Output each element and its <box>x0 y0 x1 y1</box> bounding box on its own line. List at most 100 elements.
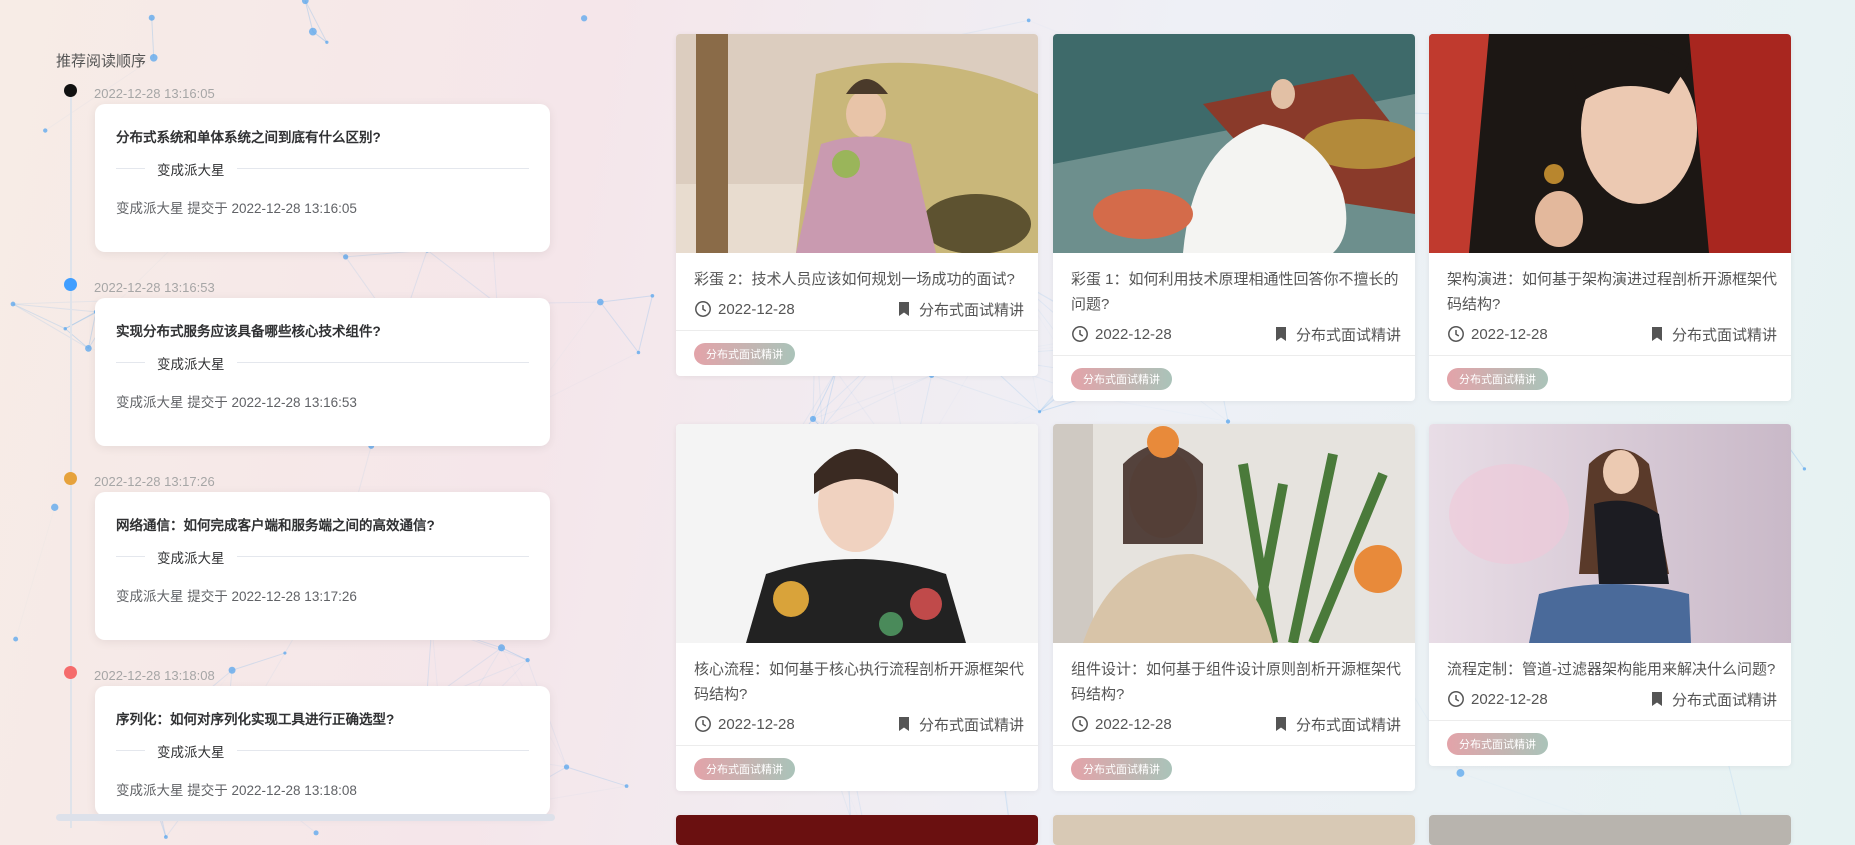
bookmark-icon <box>898 717 909 731</box>
card-title[interactable]: 彩蛋 1：如何利用技术原理相通性回答你不擅长的问题? <box>1071 267 1401 317</box>
card-category[interactable]: 分布式面试精讲 <box>919 714 1024 735</box>
network-node <box>580 15 588 22</box>
card-tag[interactable]: 分布式面试精讲 <box>694 758 795 780</box>
card-title[interactable]: 核心流程：如何基于核心执行流程剖析开源框架代码结构? <box>694 657 1024 707</box>
clock-icon <box>1448 326 1464 342</box>
author-name: 变成派大星 <box>145 547 237 567</box>
timeline-dot <box>64 472 77 485</box>
timeline-article-card[interactable]: 序列化：如何对序列化实现工具进行正确选型? 变成派大星 变成派大星 提交于 20… <box>95 686 550 816</box>
card-date: 2022-12-28 <box>718 715 795 733</box>
article-card[interactable]: 流程定制：管道-过滤器架构能用来解决什么问题? 2022-12-28 分布式面试… <box>1429 424 1791 766</box>
reading-order-sidebar: 推荐阅读顺序 2022-12-28 13:16:05 分布式系统和单体系统之间到… <box>0 0 560 845</box>
sidebar-title: 推荐阅读顺序 <box>56 53 147 70</box>
card-tag[interactable]: 分布式面试精讲 <box>1071 758 1172 780</box>
article-card[interactable]: 组件设计：如何基于组件设计原则剖析开源框架代码结构? 2022-12-28 分布… <box>1053 424 1415 791</box>
bookmark-icon <box>1275 327 1286 341</box>
card-category[interactable]: 分布式面试精讲 <box>1296 324 1401 345</box>
timeline-time: 2022-12-28 13:18:08 <box>94 668 215 683</box>
timeline-line <box>70 88 72 828</box>
bookmark-icon <box>1275 717 1286 731</box>
card-category[interactable]: 分布式面试精讲 <box>1672 689 1777 710</box>
card-tag[interactable]: 分布式面试精讲 <box>1071 368 1172 390</box>
network-link <box>566 766 627 787</box>
network-node <box>563 764 570 770</box>
bookmark-icon <box>1651 692 1662 706</box>
timeline-dot <box>64 278 77 291</box>
card-title[interactable]: 架构演进：如何基于架构演进过程剖析开源框架代码结构? <box>1447 267 1777 317</box>
article-title[interactable]: 网络通信：如何完成客户端和服务端之间的高效通信? <box>116 514 435 534</box>
network-link <box>931 374 1040 413</box>
network-node <box>597 298 604 306</box>
card-title[interactable]: 流程定制：管道-过滤器架构能用来解决什么问题? <box>1447 657 1777 682</box>
card-category[interactable]: 分布式面试精讲 <box>1672 324 1777 345</box>
card-tag[interactable]: 分布式面试精讲 <box>1447 733 1548 755</box>
card-tag[interactable]: 分布式面试精讲 <box>694 343 795 365</box>
author-name: 变成派大星 <box>145 353 237 373</box>
network-node <box>809 415 817 423</box>
article-title[interactable]: 分布式系统和单体系统之间到底有什么区别? <box>116 126 381 146</box>
network-link <box>637 295 653 353</box>
submit-info: 变成派大星 提交于 2022-12-28 13:16:53 <box>116 395 357 410</box>
network-node <box>1225 419 1231 424</box>
network-node <box>1456 769 1465 777</box>
clock-icon <box>1448 691 1464 707</box>
clock-icon <box>695 716 711 732</box>
photo-partial-grey[interactable] <box>1429 815 1791 845</box>
article-card[interactable]: 核心流程：如何基于核心执行流程剖析开源框架代码结构? 2022-12-28 分布… <box>676 424 1038 791</box>
network-node <box>1026 18 1031 23</box>
article-card-partial[interactable] <box>1429 815 1791 845</box>
clock-icon <box>1072 716 1088 732</box>
timeline-time: 2022-12-28 13:16:53 <box>94 280 215 295</box>
article-card-partial[interactable] <box>1053 815 1415 845</box>
photo-woman-floral-dress[interactable] <box>676 424 1038 643</box>
photo-woman-white-dress-boat[interactable] <box>1053 34 1415 253</box>
article-title[interactable]: 序列化：如何对序列化实现工具进行正确选型? <box>116 708 394 728</box>
article-card-partial[interactable] <box>676 815 1038 845</box>
author-name: 变成派大星 <box>145 741 237 761</box>
card-title[interactable]: 彩蛋 2：技术人员应该如何规划一场成功的面试? <box>694 267 1024 292</box>
network-link <box>599 301 639 353</box>
article-card[interactable]: 彩蛋 2：技术人员应该如何规划一场成功的面试? 2022-12-28 分布式面试… <box>676 34 1038 376</box>
network-node <box>636 350 641 355</box>
network-node <box>624 784 629 788</box>
submit-info: 变成派大星 提交于 2022-12-28 13:16:05 <box>116 201 357 216</box>
bookmark-icon <box>1651 327 1662 341</box>
card-date: 2022-12-28 <box>1471 325 1548 343</box>
card-date: 2022-12-28 <box>1095 325 1172 343</box>
photo-woman-orange-plant[interactable] <box>1053 424 1415 643</box>
photo-woman-car-coconut[interactable] <box>676 34 1038 253</box>
bookmark-icon <box>898 302 909 316</box>
submit-info: 变成派大星 提交于 2022-12-28 13:18:08 <box>116 783 357 798</box>
photo-partial-red[interactable] <box>676 815 1038 845</box>
timeline-time: 2022-12-28 13:16:05 <box>94 86 215 101</box>
timeline-dot <box>64 84 77 97</box>
card-date: 2022-12-28 <box>1095 715 1172 733</box>
network-node <box>1037 410 1042 414</box>
submit-info: 变成派大星 提交于 2022-12-28 13:17:26 <box>116 589 357 604</box>
article-card[interactable]: 彩蛋 1：如何利用技术原理相通性回答你不擅长的问题? 2022-12-28 分布… <box>1053 34 1415 401</box>
clock-icon <box>695 301 711 317</box>
timeline-time: 2022-12-28 13:17:26 <box>94 474 215 489</box>
timeline-article-card[interactable]: 实现分布式服务应该具备哪些核心技术组件? 变成派大星 变成派大星 提交于 202… <box>95 298 550 446</box>
card-category[interactable]: 分布式面试精讲 <box>919 299 1024 320</box>
card-title[interactable]: 组件设计：如何基于组件设计原则剖析开源框架代码结构? <box>1071 657 1401 707</box>
card-category[interactable]: 分布式面试精讲 <box>1296 714 1401 735</box>
timeline-dot <box>64 666 77 679</box>
network-node <box>650 293 655 298</box>
clock-icon <box>1072 326 1088 342</box>
card-date: 2022-12-28 <box>718 300 795 318</box>
network-link <box>1460 773 1592 818</box>
network-link <box>600 295 653 303</box>
timeline-article-card[interactable]: 网络通信：如何完成客户端和服务端之间的高效通信? 变成派大星 变成派大星 提交于… <box>95 492 550 640</box>
article-card[interactable]: 架构演进：如何基于架构演进过程剖析开源框架代码结构? 2022-12-28 分布… <box>1429 34 1791 401</box>
card-tag[interactable]: 分布式面试精讲 <box>1447 368 1548 390</box>
photo-partial-beige[interactable] <box>1053 815 1415 845</box>
timeline-article-card[interactable]: 分布式系统和单体系统之间到底有什么区别? 变成派大星 变成派大星 提交于 202… <box>95 104 550 252</box>
horizontal-scrollbar[interactable] <box>56 814 555 821</box>
photo-woman-red-background[interactable] <box>1429 34 1791 253</box>
article-title[interactable]: 实现分布式服务应该具备哪些核心技术组件? <box>116 320 381 340</box>
author-name: 变成派大星 <box>145 159 237 179</box>
card-date: 2022-12-28 <box>1471 690 1548 708</box>
network-node <box>1802 467 1807 471</box>
photo-woman-sitting-jeans[interactable] <box>1429 424 1791 643</box>
